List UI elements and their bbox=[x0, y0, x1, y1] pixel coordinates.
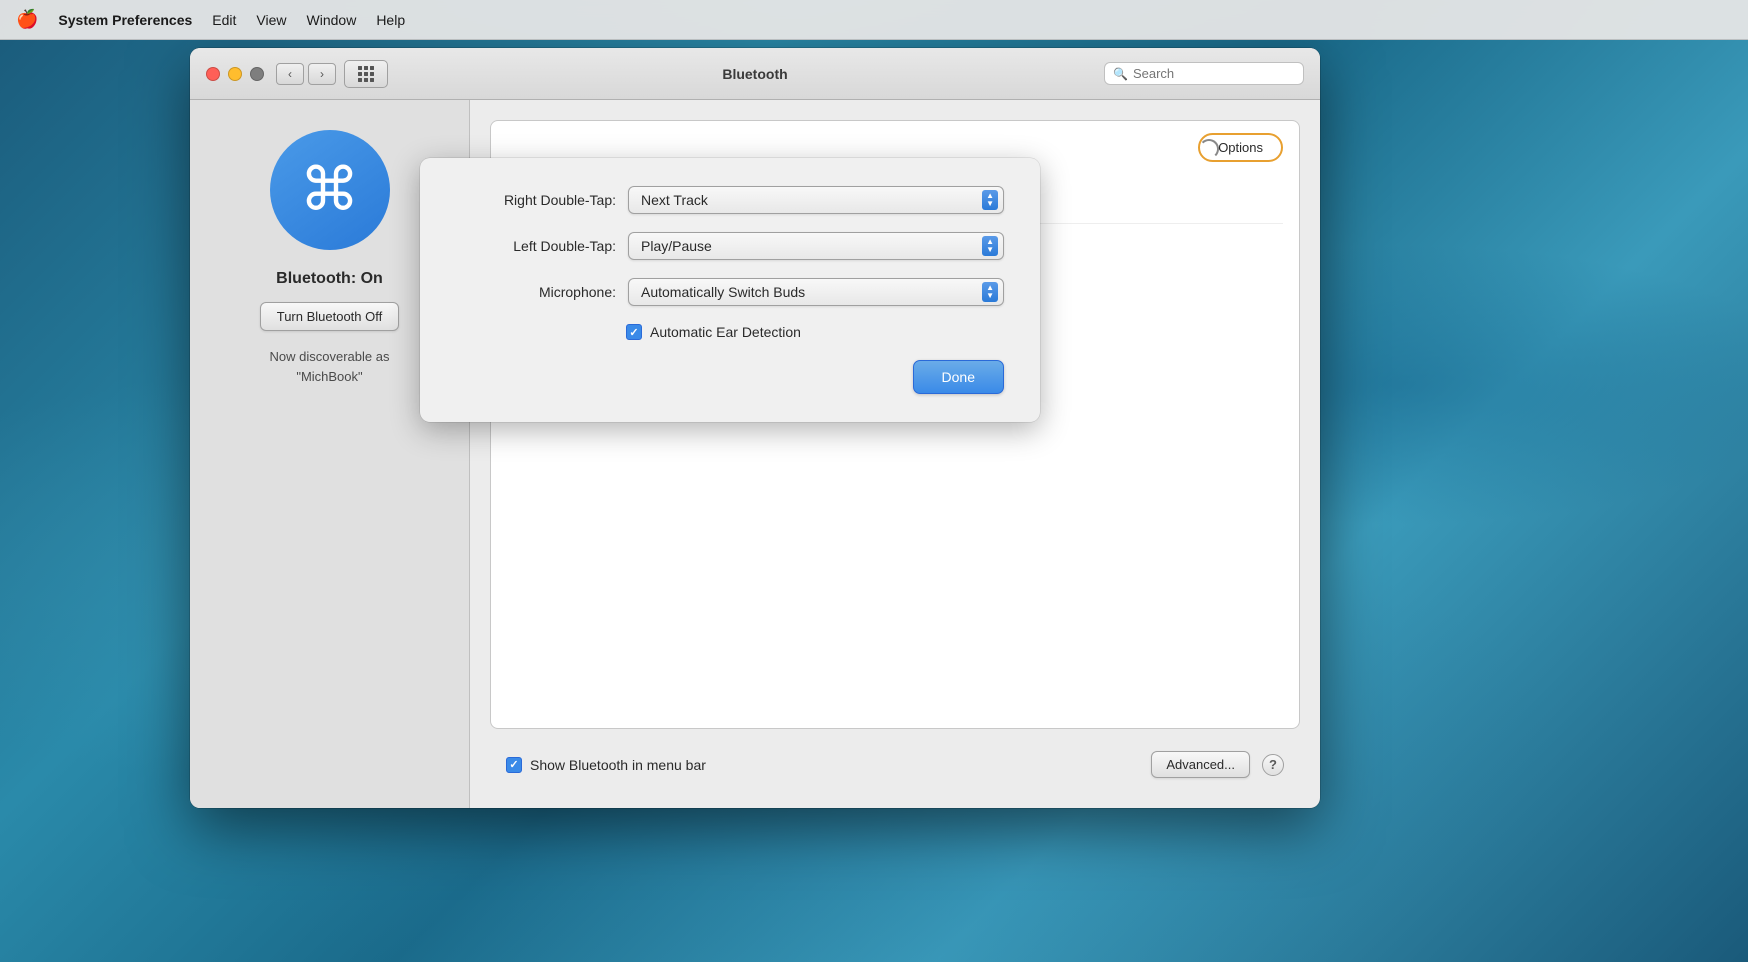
discoverable-text: Now discoverable as "MichBook" bbox=[270, 347, 390, 386]
apple-menu[interactable]: 🍎 bbox=[16, 9, 38, 30]
microphone-select[interactable]: Automatically Switch Buds Always Left Bu… bbox=[628, 278, 1004, 306]
search-input[interactable] bbox=[1133, 66, 1295, 81]
menubar: 🍎 System Preferences Edit View Window He… bbox=[0, 0, 1748, 40]
options-area: Options bbox=[1182, 121, 1299, 162]
turn-bluetooth-off-button[interactable]: Turn Bluetooth Off bbox=[260, 302, 400, 331]
done-row: Done bbox=[456, 360, 1004, 394]
right-double-tap-row: Right Double-Tap: Next Track Previous Tr… bbox=[456, 186, 1004, 214]
grid-view-button[interactable] bbox=[344, 60, 388, 88]
advanced-button[interactable]: Advanced... bbox=[1151, 751, 1250, 778]
show-bluetooth-label[interactable]: Show Bluetooth in menu bar bbox=[506, 757, 706, 773]
menubar-edit[interactable]: Edit bbox=[212, 12, 236, 28]
right-double-tap-select[interactable]: Next Track Previous Track Play/Pause Sir… bbox=[628, 186, 1004, 214]
left-double-tap-select-wrapper: Play/Pause Next Track Previous Track Sir… bbox=[628, 232, 1004, 260]
search-box[interactable]: 🔍 bbox=[1104, 62, 1304, 85]
minimize-button[interactable] bbox=[228, 67, 242, 81]
menubar-help[interactable]: Help bbox=[376, 12, 405, 28]
right-double-tap-label: Right Double-Tap: bbox=[456, 192, 616, 208]
left-double-tap-row: Left Double-Tap: Play/Pause Next Track P… bbox=[456, 232, 1004, 260]
options-button[interactable]: Options bbox=[1198, 133, 1283, 162]
bottom-bar: Show Bluetooth in menu bar Advanced... ? bbox=[490, 741, 1300, 788]
nav-buttons: ‹ › bbox=[276, 63, 336, 85]
bluetooth-symbol: ⌘ bbox=[300, 160, 360, 220]
menubar-view[interactable]: View bbox=[256, 12, 286, 28]
microphone-row: Microphone: Automatically Switch Buds Al… bbox=[456, 278, 1004, 306]
left-double-tap-label: Left Double-Tap: bbox=[456, 238, 616, 254]
done-button[interactable]: Done bbox=[913, 360, 1004, 394]
help-button[interactable]: ? bbox=[1262, 754, 1284, 776]
menubar-window[interactable]: Window bbox=[307, 12, 357, 28]
bluetooth-status: Bluetooth: On bbox=[276, 270, 383, 288]
bluetooth-icon-circle: ⌘ bbox=[270, 130, 390, 250]
grid-icon bbox=[358, 66, 374, 82]
microphone-label: Microphone: bbox=[456, 284, 616, 300]
show-bluetooth-checkbox[interactable] bbox=[506, 757, 522, 773]
forward-button[interactable]: › bbox=[308, 63, 336, 85]
search-icon: 🔍 bbox=[1113, 67, 1128, 81]
menubar-app-name[interactable]: System Preferences bbox=[58, 12, 192, 28]
back-button[interactable]: ‹ bbox=[276, 63, 304, 85]
right-double-tap-select-wrapper: Next Track Previous Track Play/Pause Sir… bbox=[628, 186, 1004, 214]
left-double-tap-select[interactable]: Play/Pause Next Track Previous Track Sir… bbox=[628, 232, 1004, 260]
ear-detection-row: Automatic Ear Detection bbox=[456, 324, 1004, 340]
main-window: ‹ › Bluetooth 🔍 ⌘ Bluetooth: On bbox=[190, 48, 1320, 808]
titlebar: ‹ › Bluetooth 🔍 bbox=[190, 48, 1320, 100]
options-popover: Right Double-Tap: Next Track Previous Tr… bbox=[420, 158, 1040, 422]
close-button[interactable] bbox=[206, 67, 220, 81]
maximize-button[interactable] bbox=[250, 67, 264, 81]
ear-detection-label: Automatic Ear Detection bbox=[650, 324, 801, 340]
ear-detection-checkbox[interactable] bbox=[626, 324, 642, 340]
traffic-lights bbox=[206, 67, 264, 81]
microphone-select-wrapper: Automatically Switch Buds Always Left Bu… bbox=[628, 278, 1004, 306]
window-title: Bluetooth bbox=[722, 66, 787, 82]
